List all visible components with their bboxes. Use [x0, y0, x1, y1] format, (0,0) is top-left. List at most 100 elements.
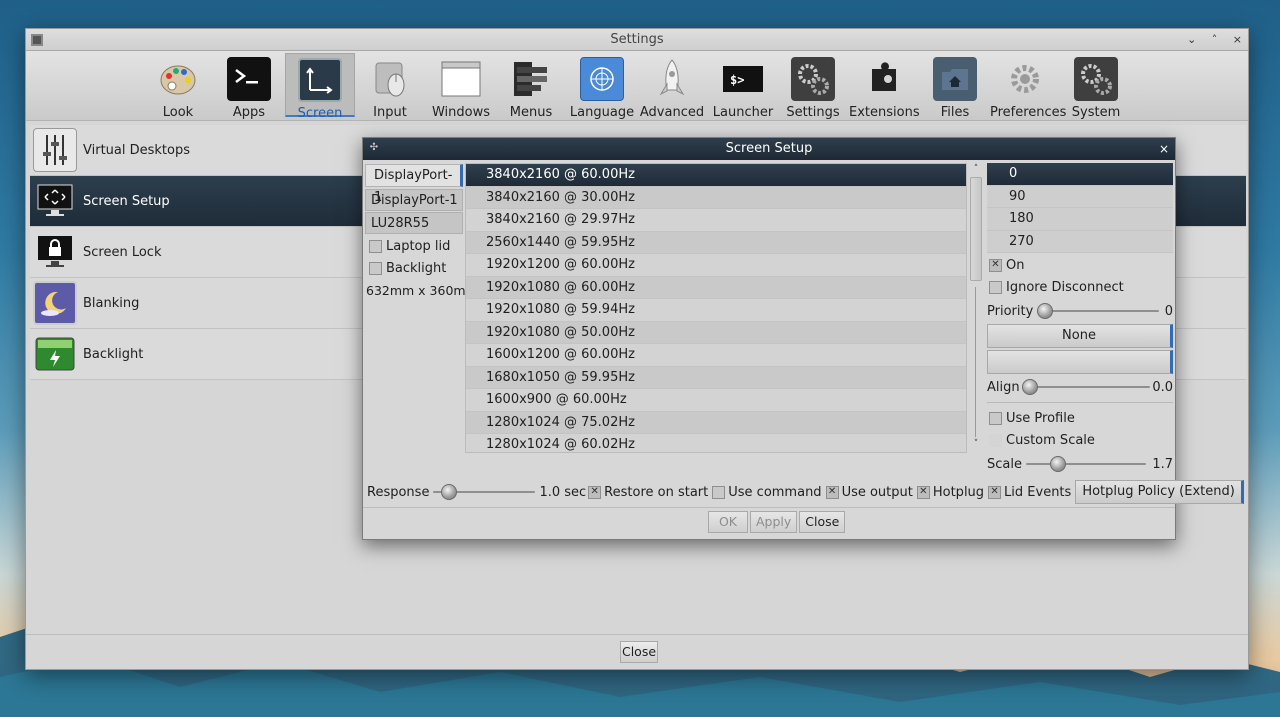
- checkbox-box[interactable]: [369, 239, 382, 253]
- tab-files[interactable]: Files: [920, 53, 990, 120]
- priority-label: Priority: [987, 303, 1034, 319]
- checkbox-box[interactable]: [989, 411, 1002, 425]
- slider-knob[interactable]: [1037, 303, 1054, 319]
- scroll-down-icon[interactable]: ˅: [969, 438, 983, 450]
- rotation-item[interactable]: 180: [987, 208, 1173, 231]
- app-icon: [31, 34, 43, 46]
- use-output-checkbox[interactable]: ✕ Use output: [825, 485, 913, 500]
- gear-icon: [1003, 57, 1047, 101]
- on-checkbox[interactable]: ✕ On: [987, 254, 1173, 276]
- scale-slider[interactable]: [1025, 453, 1147, 475]
- minimize-button[interactable]: ⌄: [1187, 33, 1196, 46]
- checkbox-checked-icon[interactable]: ✕: [825, 485, 839, 499]
- tab-screen[interactable]: Screen: [285, 53, 355, 121]
- checkbox-checked-icon[interactable]: ✕: [988, 485, 1002, 499]
- tab-menus[interactable]: Menus: [496, 53, 566, 120]
- globe-flag-icon: [580, 57, 624, 101]
- resolution-item[interactable]: 1600x1200 @ 60.00Hz: [466, 344, 966, 367]
- checkbox-box[interactable]: [989, 280, 1002, 294]
- custom-scale-checkbox[interactable]: Custom Scale: [987, 429, 1173, 451]
- slider-knob[interactable]: [1049, 456, 1066, 472]
- terminal-icon: [227, 57, 271, 101]
- dialog-close-icon[interactable]: ×: [1159, 138, 1169, 160]
- hotplug-checkbox[interactable]: ✕ Hotplug: [916, 484, 985, 500]
- checkbox-box[interactable]: [712, 485, 726, 499]
- folder-home-icon: [933, 57, 977, 101]
- slider-knob[interactable]: [1021, 379, 1038, 395]
- resolution-item[interactable]: 1920x1080 @ 50.00Hz: [466, 321, 966, 344]
- dialog-titlebar[interactable]: ✣ Screen Setup ×: [363, 138, 1175, 160]
- resolution-item[interactable]: 1920x1200 @ 60.00Hz: [466, 254, 966, 277]
- resolution-item[interactable]: 1920x1080 @ 59.94Hz: [466, 299, 966, 322]
- close-button[interactable]: Close: [620, 641, 658, 663]
- slider-knob[interactable]: [441, 484, 458, 500]
- restore-on-start-checkbox[interactable]: ✕ Restore on start: [588, 485, 708, 500]
- checkbox-label: Hotplug: [932, 484, 985, 500]
- checkbox-checked-icon[interactable]: ✕: [989, 258, 1002, 272]
- display-output-name[interactable]: DisplayPort-1: [365, 189, 463, 211]
- align-value: 0.0: [1152, 379, 1173, 395]
- tab-label: Apps: [232, 105, 266, 120]
- physical-size-label: 632mm x 360mm: [366, 283, 478, 298]
- hotplug-policy-button[interactable]: Hotplug Policy (Extend): [1075, 480, 1244, 504]
- use-profile-checkbox[interactable]: Use Profile: [987, 407, 1173, 429]
- dialog-close-button[interactable]: Close: [799, 511, 846, 533]
- align-label: Align: [987, 379, 1020, 395]
- apply-button[interactable]: Apply: [750, 511, 798, 533]
- display-tab-displayport-1[interactable]: DisplayPort-1: [365, 164, 463, 205]
- scroll-thumb[interactable]: [970, 177, 982, 281]
- rotation-item[interactable]: 0: [987, 163, 1173, 186]
- checkbox-checked-icon[interactable]: ✕: [916, 485, 930, 499]
- lock-icon: [33, 230, 77, 274]
- none-button[interactable]: None: [987, 324, 1173, 348]
- use-command-checkbox[interactable]: Use command: [712, 485, 822, 500]
- tab-windows[interactable]: Windows: [426, 53, 496, 120]
- screen-icon: [298, 58, 342, 102]
- tab-label: Menus: [509, 105, 553, 120]
- checkbox-checked-icon[interactable]: ✕: [588, 485, 602, 499]
- resolution-scrollbar[interactable]: ˄ ˅: [969, 163, 983, 453]
- resolution-item[interactable]: 1680x1050 @ 59.95Hz: [466, 366, 966, 389]
- tab-extensions[interactable]: Extensions: [849, 53, 920, 120]
- laptop-lid-checkbox[interactable]: Laptop lid: [365, 235, 463, 257]
- checkbox-box[interactable]: [989, 433, 1002, 447]
- resolution-item[interactable]: 3840x2160 @ 60.00Hz: [466, 164, 966, 187]
- lid-events-checkbox[interactable]: ✕ Lid Events: [988, 485, 1071, 500]
- resolution-item[interactable]: 3840x2160 @ 29.97Hz: [466, 209, 966, 232]
- tab-launcher[interactable]: $> Launcher: [708, 53, 778, 120]
- resolution-item[interactable]: 1920x1080 @ 60.00Hz: [466, 276, 966, 299]
- tab-apps[interactable]: Apps: [214, 53, 284, 120]
- window-titlebar[interactable]: Settings ⌄ ˄ ×: [26, 29, 1248, 51]
- close-window-button[interactable]: ×: [1233, 33, 1242, 46]
- checkbox-box[interactable]: [369, 261, 382, 275]
- list-item-label: Blanking: [83, 295, 140, 311]
- slider-track: [1037, 310, 1159, 312]
- tab-preferences[interactable]: Preferences: [990, 53, 1067, 120]
- tab-language[interactable]: Language: [567, 53, 637, 120]
- rotation-item[interactable]: 90: [987, 185, 1173, 208]
- response-slider[interactable]: [433, 481, 536, 503]
- rotation-item[interactable]: 270: [987, 230, 1173, 253]
- resolution-list[interactable]: 3840x2160 @ 60.00Hz 3840x2160 @ 30.00Hz 38…: [465, 163, 967, 453]
- align-slider[interactable]: [1021, 376, 1151, 398]
- ok-button[interactable]: OK: [708, 511, 748, 533]
- tab-look[interactable]: Look: [143, 53, 213, 120]
- tab-settings[interactable]: Settings: [778, 53, 848, 120]
- resolution-item[interactable]: 3840x2160 @ 30.00Hz: [466, 186, 966, 209]
- ignore-disconnect-checkbox[interactable]: Ignore Disconnect: [987, 276, 1173, 298]
- tab-advanced[interactable]: Advanced: [637, 53, 707, 120]
- priority-slider[interactable]: [1037, 300, 1159, 322]
- backlight-checkbox[interactable]: Backlight: [365, 257, 463, 279]
- resolution-item[interactable]: 1280x1024 @ 75.02Hz: [466, 411, 966, 434]
- empty-button[interactable]: [987, 350, 1173, 374]
- maximize-button[interactable]: ˄: [1212, 33, 1218, 46]
- scale-label: Scale: [987, 456, 1022, 472]
- resolution-item[interactable]: 2560x1440 @ 59.95Hz: [466, 231, 966, 254]
- resolution-item[interactable]: 1600x900 @ 60.00Hz: [466, 389, 966, 412]
- checkbox-label: Use Profile: [1006, 410, 1075, 426]
- scroll-up-icon[interactable]: ˄: [969, 163, 983, 175]
- tab-label: Preferences: [990, 105, 1067, 120]
- resolution-item[interactable]: 1280x1024 @ 60.02Hz: [466, 434, 966, 452]
- tab-system[interactable]: System: [1061, 53, 1131, 120]
- tab-input[interactable]: Input: [355, 53, 425, 120]
